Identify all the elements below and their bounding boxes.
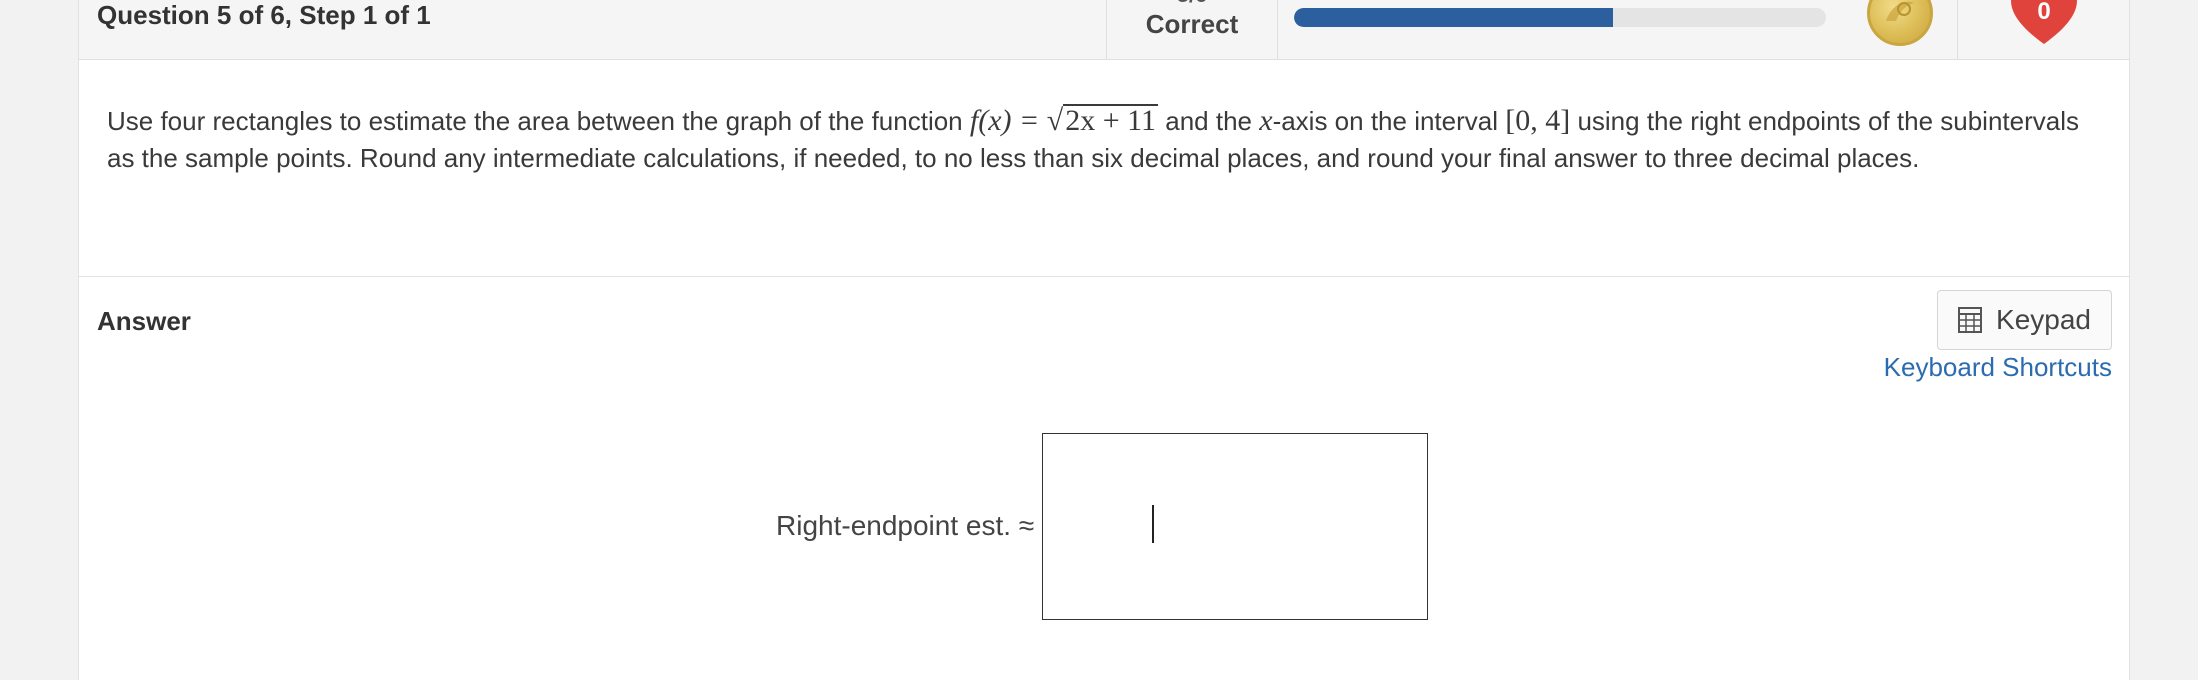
axis-variable: x <box>1259 104 1273 137</box>
score-fraction: 3/6 <box>1107 0 1277 8</box>
score-box: 3/6 Correct <box>1106 0 1278 60</box>
radicand: 2x + 11 <box>1063 104 1159 137</box>
score-label: Correct <box>1145 9 1239 39</box>
progress-fill <box>1294 8 1614 27</box>
coin-icon[interactable] <box>1867 0 1933 46</box>
sqrt-expression: √2x + 11 <box>1046 104 1159 137</box>
question-text: Use four rectangles to estimate the area… <box>107 102 2097 177</box>
keypad-button[interactable]: Keypad <box>1937 290 2112 350</box>
question-text-mid2: -axis on the interval <box>1272 106 1506 136</box>
question-card: Question 5 of 6, Step 1 of 1 3/6 Correct… <box>78 0 2130 680</box>
question-text-intro: Use four rectangles to estimate the area… <box>107 106 970 136</box>
hearts-count: 0 <box>2037 0 2051 25</box>
answer-label: Answer <box>97 306 191 336</box>
keypad-label: Keypad <box>1996 304 2091 335</box>
question-text-mid1: and the <box>1158 106 1260 136</box>
text-caret <box>1152 505 1154 543</box>
keyboard-shortcuts-link[interactable]: Keyboard Shortcuts <box>1884 352 2112 383</box>
answer-row-label: Right-endpoint est. ≈ <box>776 510 1035 541</box>
function-expression: f(x) = √2x + 11 <box>969 104 1159 137</box>
answer-input[interactable] <box>1042 433 1428 620</box>
header-bar: Question 5 of 6, Step 1 of 1 3/6 Correct… <box>79 0 2129 60</box>
progress-bar <box>1294 8 1826 27</box>
keypad-calculator-icon <box>1958 307 1983 333</box>
question-title: Question 5 of 6, Step 1 of 1 <box>97 0 431 30</box>
section-divider <box>79 276 2129 277</box>
interval: [0, 4] <box>1505 104 1571 137</box>
hearts-box: 0 <box>1957 0 2131 60</box>
function-lhs: f(x) = <box>969 104 1040 137</box>
